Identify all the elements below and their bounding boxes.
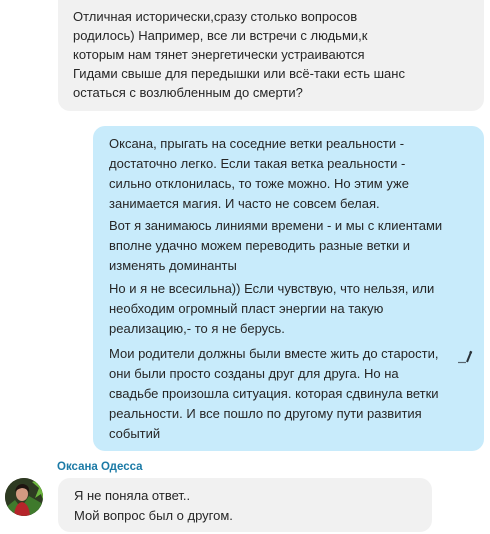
message-bubble-incoming[interactable]: Я не поняла ответ.. Мой вопрос был о дру… — [58, 478, 432, 532]
message-bubble-incoming[interactable]: Отличная исторически,сразу столько вопро… — [58, 0, 484, 111]
message-paragraph: Но и я не всесильна)) Если чувствую, что… — [109, 281, 435, 336]
message-bubble-outgoing[interactable]: Оксана, прыгать на соседние ветки реальн… — [93, 126, 484, 451]
avatar[interactable] — [5, 478, 43, 516]
message-paragraph: Мои родители должны были вместе жить до … — [109, 346, 439, 441]
message-paragraph: Вот я занимаюсь линиями времени - и мы с… — [109, 218, 443, 273]
message-text: Я не поняла ответ.. Мой вопрос был о дру… — [74, 488, 233, 523]
sender-name[interactable]: Оксана Одесса — [57, 461, 143, 473]
pencil-icon[interactable] — [457, 350, 473, 364]
message-paragraph: Оксана, прыгать на соседние ветки реальн… — [109, 136, 409, 211]
message-text: Отличная исторически,сразу столько вопро… — [73, 9, 405, 100]
avatar-photo — [5, 478, 43, 516]
